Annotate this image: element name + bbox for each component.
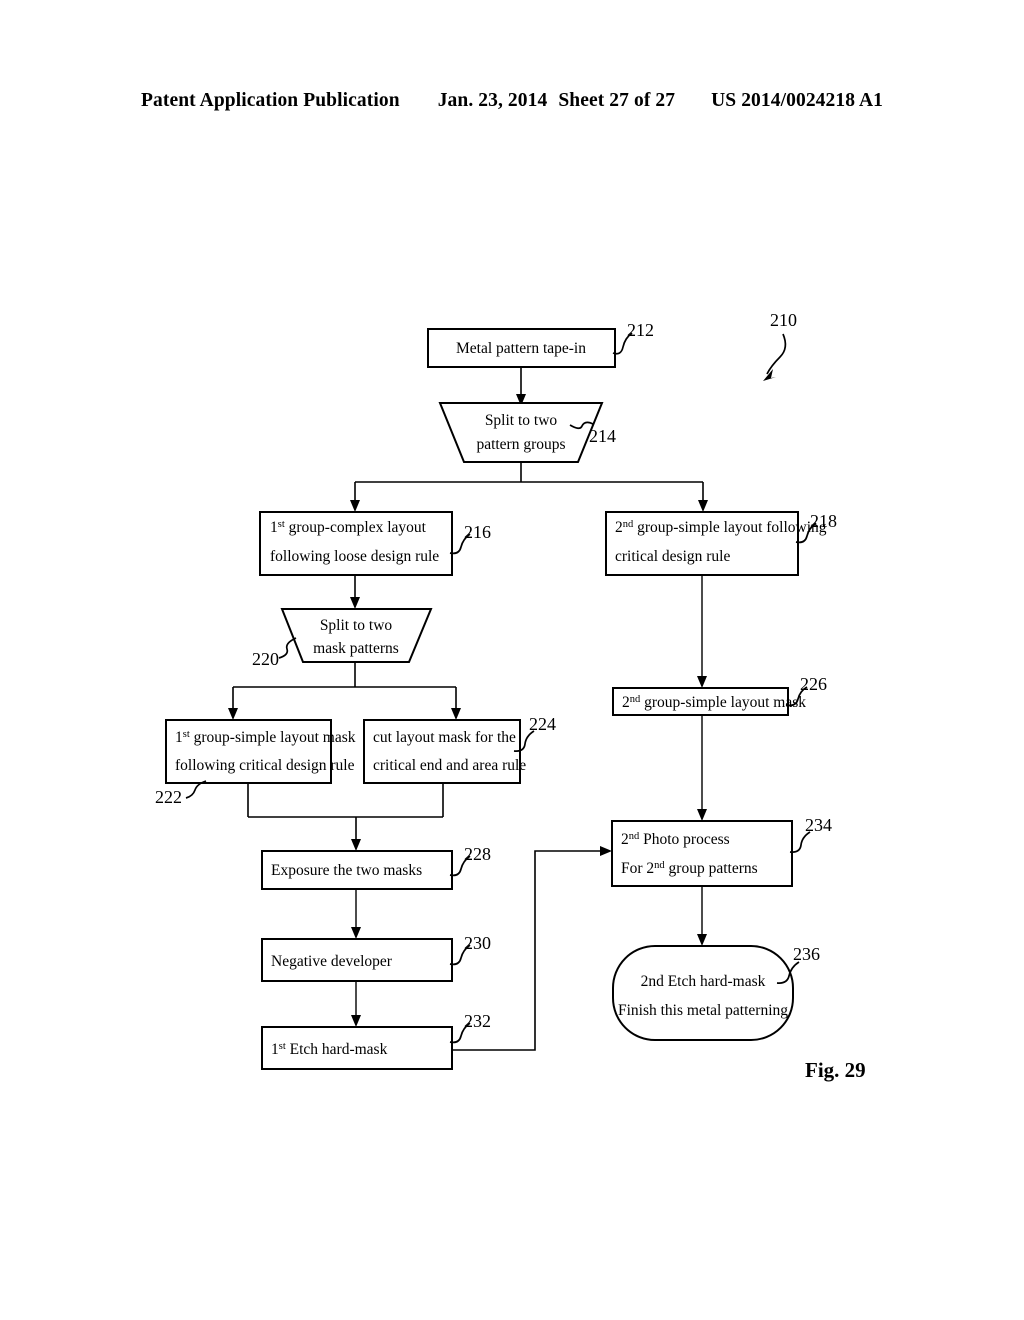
node-222-line1-pre: 1	[175, 729, 183, 746]
node-2nd-etch-hard-mask-finish[interactable]: 2nd Etch hard-mask Finish this metal pat…	[612, 944, 820, 1041]
node-218-line1-pre: 2	[615, 519, 623, 536]
node-222-line1-sup: st	[183, 729, 190, 740]
ref-222: 222	[155, 787, 182, 807]
figure-label: Fig. 29	[805, 1058, 866, 1082]
ref-230: 230	[464, 933, 491, 953]
connector-230-to-232	[351, 981, 361, 1027]
node-234-line1-pre: 2	[621, 831, 629, 848]
node-234-line2-pre: For 2	[621, 860, 654, 877]
node-220-label-line2: mask patterns	[313, 640, 399, 657]
node-2nd-group-simple-layout[interactable]: 2nd group-simple layout following critic…	[605, 511, 837, 576]
node-226-line1-pre: 2	[622, 694, 630, 711]
connector-212-to-214	[516, 367, 526, 406]
node-216-label-line2: following loose design rule	[270, 548, 439, 565]
node-split-to-two-pattern-groups[interactable]: Split to two pattern groups 214	[438, 402, 616, 463]
node-218-label-line2: critical design rule	[615, 548, 730, 565]
node-212-label: Metal pattern tape-in	[456, 340, 586, 357]
node-218-label-line1: 2nd group-simple layout following	[615, 519, 827, 537]
ref-232: 232	[464, 1011, 491, 1031]
ref-224: 224	[529, 714, 556, 734]
node-cut-layout-mask[interactable]: cut layout mask for the critical end and…	[363, 714, 556, 784]
ref-210: 210	[770, 310, 797, 330]
connector-218-to-226	[697, 575, 707, 688]
ref-212: 212	[627, 320, 654, 340]
node-split-to-two-mask-patterns[interactable]: Split to two mask patterns 220	[252, 608, 433, 669]
ref-236: 236	[793, 944, 820, 964]
node-222-label-line1: 1st group-simple layout mask	[175, 729, 356, 747]
node-metal-pattern-tape-in[interactable]: Metal pattern tape-in 212	[427, 320, 654, 368]
connector-216-to-220	[350, 575, 360, 609]
node-236-label-line1: 2nd Etch hard-mask	[641, 973, 766, 990]
node-224-label-line1: cut layout mask for the	[373, 729, 516, 746]
ref-214: 214	[589, 426, 616, 446]
node-2nd-group-simple-layout-mask[interactable]: 2nd group-simple layout mask 226	[612, 674, 827, 716]
connector-226-to-234	[697, 715, 707, 821]
patent-figure-page: Patent Application Publication Jan. 23, …	[0, 0, 1024, 1320]
node-216-line1-sup: st	[278, 519, 285, 530]
node-218-line1-post: group-simple layout following	[633, 519, 827, 536]
connector-234-to-236	[697, 886, 707, 946]
node-1st-group-complex-layout[interactable]: 1st group-complex layout following loose…	[259, 511, 491, 576]
connector-220-split-bus	[228, 662, 461, 720]
node-236-label-line2: Finish this metal patterning	[618, 1002, 788, 1019]
node-226-label: 2nd group-simple layout mask	[622, 694, 806, 712]
ref-216: 216	[464, 522, 491, 542]
node-exposure-the-two-masks[interactable]: Exposure the two masks 228	[261, 844, 491, 890]
node-216-line1-post: group-complex layout	[285, 519, 427, 536]
connector-222-224-merge-to-228	[247, 783, 444, 851]
ref-218: 218	[810, 511, 837, 531]
node-232-line1-sup: st	[279, 1041, 286, 1052]
node-234-label-line2: For 2nd group patterns	[621, 860, 758, 878]
node-226-line1-post: group-simple layout mask	[640, 694, 806, 711]
node-232-line1-pre: 1	[271, 1041, 279, 1058]
node-1st-etch-hard-mask[interactable]: 1st Etch hard-mask 232	[261, 1011, 491, 1070]
node-228-label: Exposure the two masks	[271, 862, 422, 879]
node-negative-developer[interactable]: Negative developer 230	[261, 933, 491, 982]
node-234-line2-post: group patterns	[665, 860, 758, 877]
node-232-label: 1st Etch hard-mask	[271, 1041, 388, 1059]
node-222-label-line2: following critical design rule	[175, 757, 355, 774]
node-224-label-line2: critical end and area rule	[373, 757, 526, 774]
flowchart-figure: Metal pattern tape-in 212 Split to two p…	[155, 310, 866, 1082]
node-234-line1-post: Photo process	[639, 831, 729, 848]
ref-220: 220	[252, 649, 279, 669]
ref-228: 228	[464, 844, 491, 864]
node-222-line1-post: group-simple layout mask	[190, 729, 356, 746]
ref-226: 226	[800, 674, 827, 694]
figure-reference-210: 210	[763, 310, 797, 381]
node-216-line1-pre: 1	[270, 519, 278, 536]
node-220-label-line1: Split to two	[320, 617, 393, 634]
ref-234: 234	[805, 815, 832, 835]
node-232-line1-post: Etch hard-mask	[286, 1041, 388, 1058]
node-216-label-line1: 1st group-complex layout	[270, 519, 427, 537]
node-230-label: Negative developer	[271, 953, 393, 970]
connector-214-split-bus	[350, 462, 708, 512]
node-214-label-line2: pattern groups	[476, 436, 565, 453]
connector-228-to-230	[351, 889, 361, 939]
node-1st-group-simple-layout-mask[interactable]: 1st group-simple layout mask following c…	[155, 719, 356, 807]
node-214-label-line1: Split to two	[485, 412, 558, 429]
node-2nd-photo-process[interactable]: 2nd Photo process For 2nd group patterns…	[611, 815, 832, 887]
